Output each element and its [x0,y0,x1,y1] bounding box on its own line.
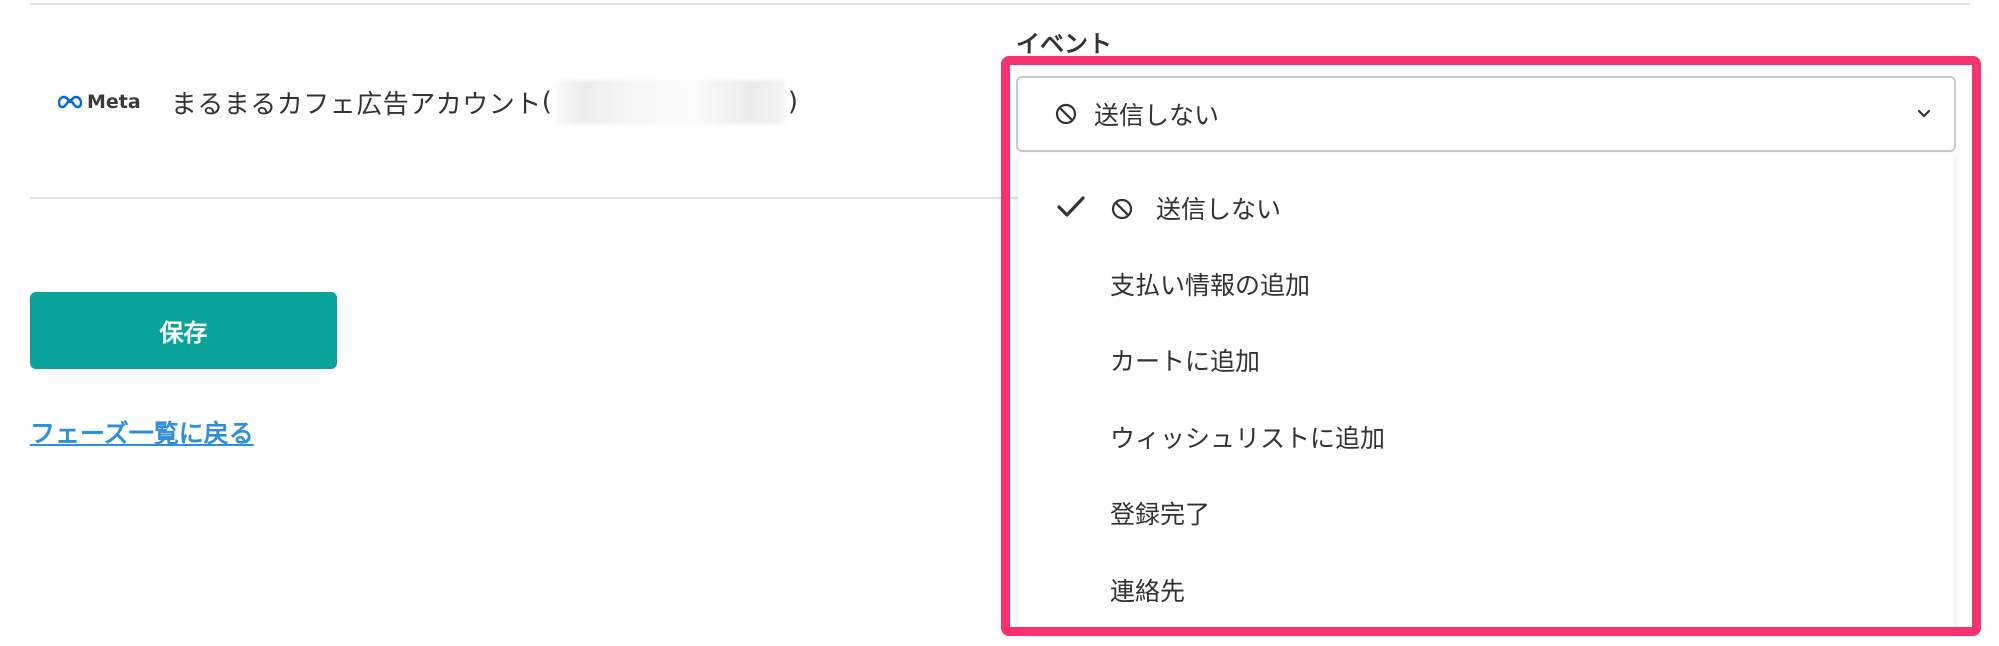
blurred-account-id [554,80,785,124]
ad-account-row: Meta まるまるカフェ広告アカウント ( ) [58,80,798,124]
page: Meta まるまるカフェ広告アカウント ( ) 保存 フェーズ一覧に戻る イベン… [0,0,1999,646]
ad-account-name: まるまるカフェ広告アカウント [170,89,542,120]
account-id-open-paren: ( [541,87,552,117]
row-divider [30,197,1050,199]
meta-infinity-icon [58,95,82,109]
account-id-close-paren: ) [787,87,799,117]
event-field-label: イベント [1016,30,1112,58]
back-to-phase-list-link[interactable]: フェーズ一覧に戻る [30,414,254,450]
meta-brand-text: Meta [87,91,141,113]
meta-logo: Meta [58,91,141,113]
highlight-annotation-frame [1001,56,1981,636]
save-button[interactable]: 保存 [30,292,337,369]
top-divider [30,3,1970,5]
